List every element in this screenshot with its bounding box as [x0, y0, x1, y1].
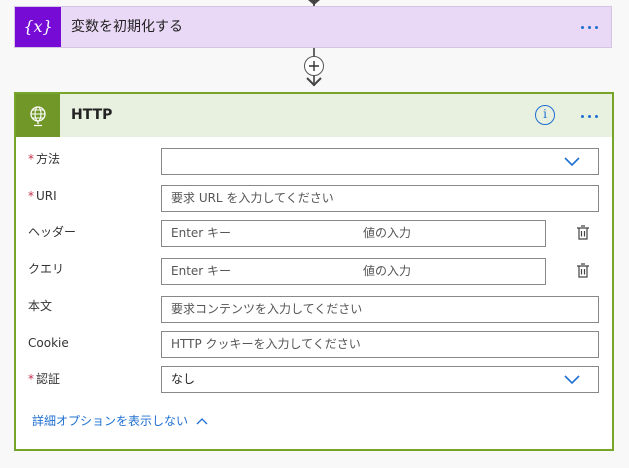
info-icon[interactable]: i — [535, 105, 555, 125]
insert-step-button[interactable] — [304, 56, 324, 76]
more-options-icon[interactable] — [581, 26, 598, 29]
delete-icon[interactable] — [576, 263, 590, 279]
chevron-down-icon — [564, 157, 580, 167]
method-label: * 方法 — [28, 152, 61, 166]
svg-text:{x}: {x} — [25, 17, 51, 36]
connector-line — [313, 48, 315, 56]
cookie-input[interactable]: HTTP クッキーを入力してください — [161, 331, 599, 358]
method-dropdown[interactable] — [161, 148, 599, 175]
header-key-input[interactable]: Enter キー — [161, 220, 355, 247]
connector-arrow-top — [308, 0, 320, 5]
body-label: 本文 — [28, 299, 53, 313]
auth-label: * 認証 — [28, 372, 61, 386]
hide-advanced-options-link[interactable]: 詳細オプションを表示しない — [32, 412, 208, 429]
cookie-label: Cookie — [28, 336, 69, 350]
card-title: 変数を初期化する — [71, 19, 183, 35]
query-value-input[interactable]: 値の入力 — [354, 258, 546, 285]
card-header[interactable]: HTTP i — [16, 94, 612, 137]
initialize-variable-card[interactable]: {x} 変数を初期化する — [14, 6, 612, 48]
header-value-input[interactable]: 値の入力 — [354, 220, 546, 247]
uri-input[interactable]: 要求 URL を入力してください — [161, 185, 599, 212]
chevron-down-icon — [564, 375, 580, 385]
body-input[interactable]: 要求コンテンツを入力してください — [161, 296, 599, 323]
auth-dropdown[interactable]: なし — [161, 366, 599, 393]
uri-label: * URI — [28, 189, 57, 203]
required-marker: * — [28, 152, 34, 166]
chevron-down-arrow-icon — [306, 77, 322, 87]
variable-braces-icon: {x} — [15, 7, 61, 47]
delete-icon[interactable] — [576, 225, 590, 241]
globe-icon — [16, 94, 60, 137]
headers-label: ヘッダー — [28, 225, 77, 239]
advanced-options-label: 詳細オプションを表示しない — [32, 414, 189, 428]
query-key-input[interactable]: Enter キー — [161, 258, 355, 285]
more-options-icon[interactable] — [581, 115, 598, 118]
http-action-card: HTTP i * 方法 * URI 要求 URL を入力してください ヘッダー En… — [14, 92, 614, 451]
card-title: HTTP — [71, 107, 113, 123]
chevron-up-icon — [196, 417, 208, 424]
required-marker: * — [28, 189, 34, 203]
required-marker: * — [28, 372, 34, 386]
plus-icon — [309, 61, 319, 71]
queries-label: クエリ — [28, 262, 65, 276]
